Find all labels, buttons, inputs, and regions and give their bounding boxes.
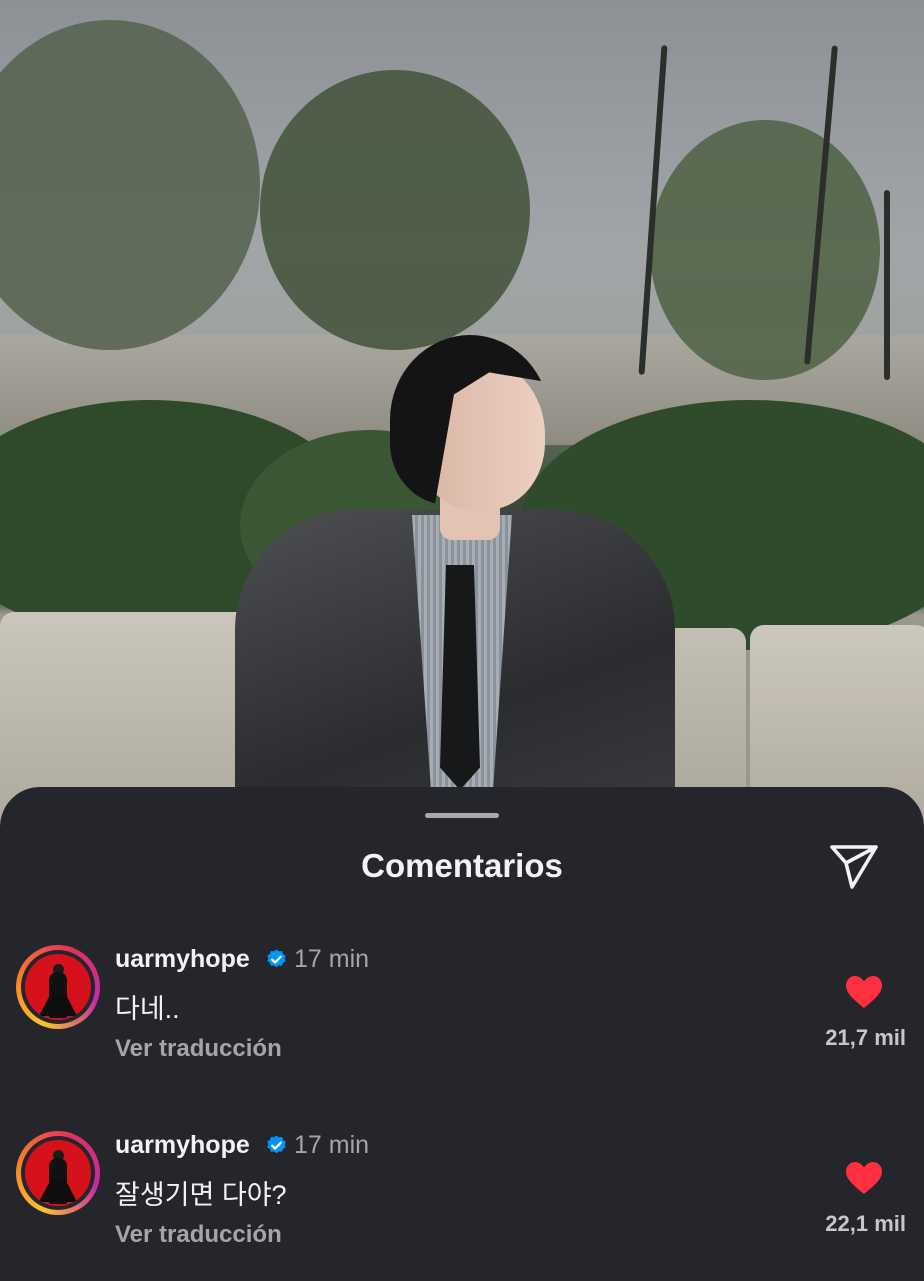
avatar[interactable] xyxy=(16,1131,100,1215)
foliage xyxy=(650,120,880,380)
avatar[interactable] xyxy=(16,945,100,1029)
comment-text: 다네.. xyxy=(115,994,180,1024)
sheet-title: Comentarios xyxy=(361,847,563,884)
comment-username[interactable]: uarmyhope xyxy=(115,1131,250,1160)
comment-item: uarmyhope 17 min 다네.. Ver traducción 21,… xyxy=(0,945,924,1095)
foliage xyxy=(260,70,530,350)
see-translation-link[interactable]: Ver traducción xyxy=(115,1035,282,1063)
verified-badge-icon xyxy=(267,949,286,968)
like-count: 21,7 mil xyxy=(825,1025,906,1050)
person-tie xyxy=(440,565,480,790)
avatar-figure xyxy=(39,1180,77,1202)
verified-badge-icon xyxy=(267,1135,286,1154)
comment-item: uarmyhope 17 min 잘생기면 다야? Ver traducción… xyxy=(0,1131,924,1281)
paper-plane-icon[interactable] xyxy=(826,841,882,891)
post-photo xyxy=(0,0,924,830)
see-translation-link[interactable]: Ver traducción xyxy=(115,1221,282,1249)
comment-text: 잘생기면 다야? xyxy=(115,1180,287,1210)
comments-sheet: Comentarios uarmyhope 17 min 다네.. Ver tr… xyxy=(0,787,924,1280)
avatar-figure xyxy=(39,994,77,1016)
drag-handle[interactable] xyxy=(425,813,499,818)
comment-timestamp: 17 min xyxy=(294,1131,370,1159)
comment-timestamp: 17 min xyxy=(294,945,370,973)
garden-pole xyxy=(884,190,890,380)
heart-icon[interactable] xyxy=(845,1161,883,1195)
foliage xyxy=(0,20,260,350)
avatar-image xyxy=(25,1140,91,1206)
like-count: 22,1 mil xyxy=(825,1211,906,1236)
heart-icon[interactable] xyxy=(845,975,883,1009)
comment-username[interactable]: uarmyhope xyxy=(115,945,250,974)
avatar-image xyxy=(25,954,91,1020)
